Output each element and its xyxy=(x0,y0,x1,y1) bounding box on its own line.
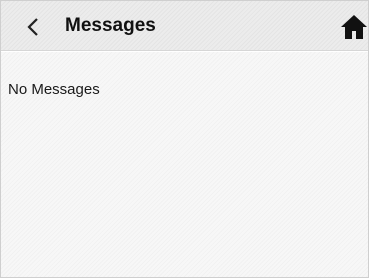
messages-screen: Messages No Messages xyxy=(0,0,369,278)
message-list: No Messages xyxy=(1,52,368,277)
home-button[interactable] xyxy=(339,14,368,40)
empty-state-text: No Messages xyxy=(8,81,100,98)
page-title: Messages xyxy=(65,15,156,36)
header-bar: Messages xyxy=(1,1,368,51)
back-button[interactable] xyxy=(23,15,45,39)
home-icon xyxy=(341,15,367,39)
chevron-left-icon xyxy=(27,18,38,36)
